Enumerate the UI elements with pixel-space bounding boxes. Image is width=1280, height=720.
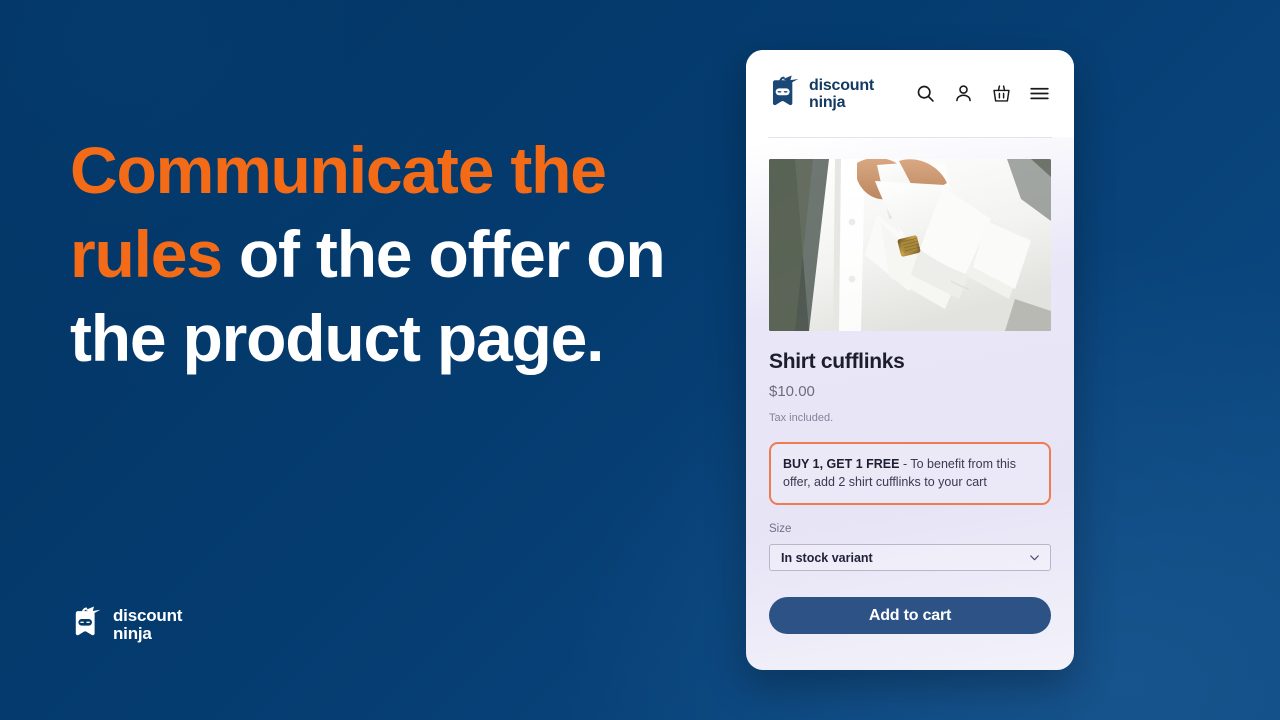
phone-mockup: discount ninja Shirt cufflinks $10.00 Ta… bbox=[746, 50, 1074, 670]
footer-brand-logo: discount ninja bbox=[72, 605, 182, 644]
add-to-cart-button[interactable]: Add to cart bbox=[769, 597, 1051, 634]
variant-selected-value: In stock variant bbox=[781, 550, 873, 565]
store-brand-text: discount ninja bbox=[809, 77, 874, 111]
product-page-body: Shirt cufflinks $10.00 Tax included. BUY… bbox=[746, 138, 1074, 634]
cart-icon[interactable] bbox=[991, 83, 1012, 104]
store-brand-logo[interactable]: discount ninja bbox=[769, 74, 874, 114]
offer-message: BUY 1, GET 1 FREE - To benefit from this… bbox=[783, 455, 1037, 491]
store-brand-line1: discount bbox=[809, 76, 875, 94]
slide-canvas: Communicate the rules of the offer on th… bbox=[0, 0, 1280, 720]
account-icon[interactable] bbox=[953, 83, 974, 104]
tax-note: Tax included. bbox=[769, 412, 834, 424]
product-title: Shirt cufflinks bbox=[769, 350, 905, 373]
footer-brand-line2: ninja bbox=[113, 623, 152, 643]
search-icon[interactable] bbox=[915, 83, 936, 104]
discount-ninja-tag-icon bbox=[769, 74, 800, 114]
variant-select[interactable]: In stock variant bbox=[769, 544, 1051, 571]
header-icon-group bbox=[915, 83, 1050, 104]
discount-ninja-tag-icon bbox=[72, 605, 102, 644]
offer-separator: - bbox=[899, 457, 911, 471]
product-image[interactable] bbox=[769, 159, 1051, 331]
page-title: Communicate the rules of the offer on th… bbox=[70, 128, 690, 380]
footer-brand-line1: discount bbox=[113, 605, 183, 625]
menu-icon[interactable] bbox=[1029, 83, 1050, 104]
chevron-down-icon bbox=[1028, 551, 1041, 564]
promotion-offer-box: BUY 1, GET 1 FREE - To benefit from this… bbox=[769, 442, 1051, 505]
product-price: $10.00 bbox=[769, 383, 815, 400]
footer-brand-text: discount ninja bbox=[113, 605, 183, 643]
store-brand-line2: ninja bbox=[809, 93, 846, 111]
offer-headline: BUY 1, GET 1 FREE bbox=[783, 457, 900, 471]
store-header: discount ninja bbox=[746, 50, 1074, 137]
variant-label: Size bbox=[769, 523, 792, 535]
